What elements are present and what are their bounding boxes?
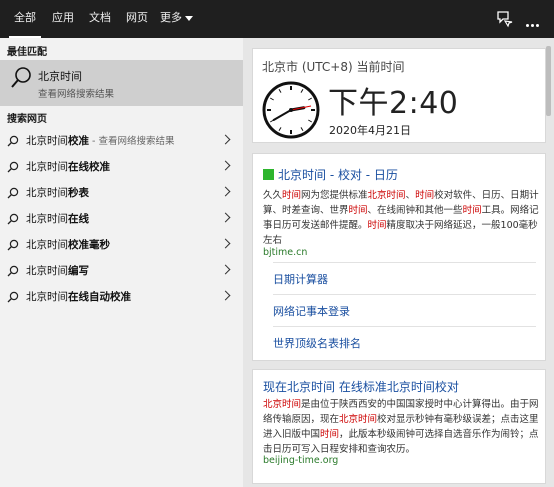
- current-time: 下午2:40: [328, 86, 459, 121]
- keyword-highlight: 北京时间: [339, 414, 378, 425]
- web-result-card: 北京时间 - 校对 - 日历 久久时间网为您提供标准北京时间、时间校对软件、日历…: [252, 153, 546, 361]
- suggestion-text: 北京时间校准毫秒: [26, 237, 110, 252]
- best-match-subtitle: 查看网络搜索结果: [38, 89, 115, 100]
- sublink-watch-ranking[interactable]: 世界顶级名表排名: [273, 326, 536, 358]
- results-list-pane: 最佳匹配 北京时间 查看网络搜索结果 搜索网页 北京时间校准 - 查看网络搜索结…: [0, 38, 243, 487]
- clock-icon: [262, 81, 320, 139]
- suggestion-prefix: 北京时间: [26, 265, 68, 277]
- suggestion-text: 北京时间编写: [26, 263, 89, 278]
- site-favicon-icon: [263, 169, 274, 180]
- more-options-icon[interactable]: [526, 16, 546, 36]
- suggestion-hint: - 查看网络搜索结果: [89, 136, 175, 147]
- suggestion-completion: 在线: [68, 213, 89, 225]
- keyword-highlight: 时间: [367, 220, 387, 231]
- result-snippet: 久久时间网为您提供标准北京时间、时间校对软件、日历、日期计算、时差查询、世界时间…: [263, 188, 543, 248]
- keyword-highlight: 时间: [415, 190, 435, 201]
- tab-all[interactable]: 全部: [9, 0, 41, 38]
- sublink-label: 世界顶级名表排名: [273, 337, 361, 350]
- keyword-highlight: 时间: [462, 205, 482, 216]
- suggestion-prefix: 北京时间: [26, 291, 68, 303]
- web-suggestion-item[interactable]: 北京时间编写: [0, 258, 243, 283]
- search-icon: [7, 291, 19, 303]
- sublink-date-calculator[interactable]: 日期计算器: [273, 262, 536, 294]
- suggestion-completion: 编写: [68, 265, 89, 277]
- keyword-highlight: 时间: [282, 190, 302, 201]
- timezone-title: 北京市 (UTC+8) 当前时间: [262, 60, 405, 74]
- search-tabs-bar: 全部 应用 文档 网页 更多: [0, 0, 554, 38]
- web-suggestion-item[interactable]: 北京时间校准毫秒: [0, 232, 243, 257]
- suggestion-completion: 校准: [68, 135, 89, 147]
- keyword-highlight: 时间: [348, 205, 368, 216]
- snippet-text: 时差查询、世界: [282, 205, 349, 216]
- keyword-highlight: 北京时间: [367, 190, 406, 201]
- snippet-text: 久久: [263, 190, 283, 201]
- sublink-label: 网络记事本登录: [273, 305, 350, 318]
- time-answer-card: 北京市 (UTC+8) 当前时间 下午2:40 2020年4月21日: [252, 48, 546, 143]
- chevron-down-icon: [185, 15, 193, 21]
- suggestion-completion: 在线自动校准: [68, 291, 131, 303]
- suggestion-prefix: 北京时间: [26, 187, 68, 199]
- chevron-right-icon: [220, 212, 231, 223]
- suggestion-prefix: 北京时间: [26, 213, 68, 225]
- suggestion-text: 北京时间秒表: [26, 185, 89, 200]
- best-match-item[interactable]: 北京时间 查看网络搜索结果: [0, 60, 243, 106]
- suggestion-text: 北京时间在线校准: [26, 159, 110, 174]
- current-date: 2020年4月21日: [329, 124, 411, 137]
- suggestion-text: 北京时间在线自动校准: [26, 289, 131, 304]
- snippet-text: 、在线闹钟和其他一些: [367, 205, 463, 216]
- search-icon: [7, 213, 19, 225]
- web-suggestion-item[interactable]: 北京时间在线: [0, 206, 243, 231]
- suggestion-completion: 秒表: [68, 187, 89, 199]
- best-match-title: 北京时间: [38, 70, 82, 83]
- search-icon: [7, 265, 19, 277]
- suggestion-prefix: 北京时间: [26, 135, 68, 147]
- search-icon: [7, 187, 19, 199]
- result-snippet: 北京时间是由位于陕西西安的中国国家授时中心计算得出。由于网络传输原因，现在北京时…: [263, 397, 543, 457]
- suggestion-prefix: 北京时间: [26, 161, 68, 173]
- result-title-text: 北京时间 - 校对 - 日历: [278, 168, 398, 182]
- best-match-heading: 最佳匹配: [7, 47, 47, 58]
- web-result-card: 现在北京时间 在线标准北京时间校对 北京时间是由位于陕西西安的中国国家授时中心计…: [252, 369, 546, 484]
- result-url[interactable]: beijing-time.org: [263, 455, 338, 466]
- chevron-right-icon: [220, 134, 231, 145]
- chevron-right-icon: [220, 238, 231, 249]
- search-icon: [7, 135, 19, 147]
- tab-more-label: 更多: [160, 11, 182, 24]
- sublink-notebook-login[interactable]: 网络记事本登录: [273, 294, 536, 326]
- web-suggestion-item[interactable]: 北京时间在线校准: [0, 154, 243, 179]
- web-suggestion-item[interactable]: 北京时间在线自动校准: [0, 284, 243, 309]
- web-suggestion-item[interactable]: 北京时间秒表: [0, 180, 243, 205]
- chevron-right-icon: [220, 290, 231, 301]
- search-icon: [7, 239, 19, 251]
- tab-documents[interactable]: 文档: [87, 0, 113, 38]
- keyword-highlight: 时间: [320, 429, 340, 440]
- search-icon: [11, 67, 31, 88]
- result-url[interactable]: bjtime.cn: [263, 247, 307, 258]
- web-suggestion-item[interactable]: 北京时间校准 - 查看网络搜索结果: [0, 128, 243, 153]
- suggestion-completion: 在线校准: [68, 161, 110, 173]
- tab-more[interactable]: 更多: [160, 0, 198, 38]
- scrollbar[interactable]: [546, 46, 551, 116]
- search-icon: [7, 161, 19, 173]
- chevron-right-icon: [220, 186, 231, 197]
- tab-web[interactable]: 网页: [124, 0, 150, 38]
- sublink-label: 日期计算器: [273, 273, 328, 286]
- feedback-icon[interactable]: [494, 9, 514, 29]
- keyword-highlight: 北京时间: [263, 399, 302, 410]
- preview-pane: 北京市 (UTC+8) 当前时间 下午2:40 2020年4月21日 北京时间 …: [243, 38, 554, 487]
- snippet-text: 、: [405, 190, 416, 201]
- suggestion-text: 北京时间校准 - 查看网络搜索结果: [26, 133, 174, 148]
- web-search-heading: 搜索网页: [7, 114, 47, 125]
- chevron-right-icon: [220, 160, 231, 171]
- suggestion-completion: 校准毫秒: [68, 239, 110, 251]
- result-title-link[interactable]: 北京时间 - 校对 - 日历: [263, 166, 398, 183]
- chevron-right-icon: [220, 264, 231, 275]
- tab-apps[interactable]: 应用: [50, 0, 76, 38]
- suggestion-prefix: 北京时间: [26, 239, 68, 251]
- suggestion-text: 北京时间在线: [26, 211, 89, 226]
- snippet-text: 网为您提供标准: [301, 190, 368, 201]
- result-title-link[interactable]: 现在北京时间 在线标准北京时间校对: [263, 378, 459, 395]
